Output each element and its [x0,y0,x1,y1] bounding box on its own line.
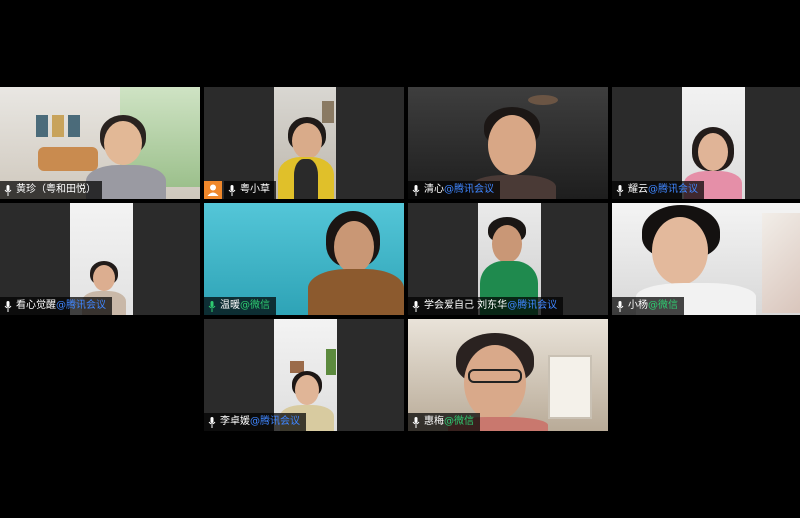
video-tile-10[interactable]: 惠梅 @微信 [408,319,608,431]
participant-name: 黄珍（粤和田悦） [16,184,96,195]
participant-name: 惠梅 [424,416,444,427]
video-tile-2[interactable]: 粤小草 [204,87,404,199]
video-tile-1[interactable]: 黄珍（粤和田悦） [0,87,200,199]
participant-label: 清心 @腾讯会议 [408,181,500,199]
participant-platform: @腾讯会议 [56,300,106,311]
participant-platform: @腾讯会议 [648,184,698,195]
microphone-icon [4,184,12,196]
video-tile-4[interactable]: 耀云 @腾讯会议 [612,87,800,199]
microphone-icon [616,300,624,312]
participant-label: 黄珍（粤和田悦） [0,181,102,199]
participant-name: 李卓媛 [220,416,250,427]
microphone-icon [412,416,420,428]
video-tile-3[interactable]: 清心 @腾讯会议 [408,87,608,199]
participant-label: 耀云 @腾讯会议 [612,181,704,199]
participant-label: 温暖 @微信 [204,297,276,315]
video-tile-7[interactable]: 学会爱自己 刘东华 @腾讯会议 [408,203,608,315]
participant-label: 学会爱自己 刘东华 @腾讯会议 [408,297,564,315]
participant-label: 惠梅 @微信 [408,413,480,431]
participant-label: 看心觉醒 @腾讯会议 [0,297,112,315]
microphone-icon [208,416,216,428]
participant-name: 看心觉醒 [16,300,56,311]
microphone-icon [616,184,624,196]
microphone-icon [412,300,420,312]
participant-platform: @腾讯会议 [507,300,558,311]
participant-name: 学会爱自己 刘东华 [424,300,508,311]
participant-name: 耀云 [628,184,648,195]
microphone-icon [412,184,420,196]
participant-label: 小杨 @微信 [612,297,684,315]
participant-name: 小杨 [628,300,648,311]
participant-platform: @腾讯会议 [444,184,494,195]
microphone-icon [208,300,216,312]
participant-name: 清心 [424,184,444,195]
participant-platform: @微信 [648,300,678,311]
host-icon [204,181,222,199]
video-tile-5[interactable]: 看心觉醒 @腾讯会议 [0,203,200,315]
video-tile-8[interactable]: 小杨 @微信 [612,203,800,315]
participant-label: 粤小草 [224,181,276,199]
video-tile-6[interactable]: 温暖 @微信 [204,203,404,315]
participant-label: 李卓媛 @腾讯会议 [204,413,306,431]
participant-name: 粤小草 [240,184,270,195]
microphone-icon [228,184,236,196]
participant-platform: @腾讯会议 [250,416,300,427]
video-tile-9[interactable]: 李卓媛 @腾讯会议 [204,319,404,431]
microphone-icon [4,300,12,312]
participant-platform: @微信 [444,416,474,427]
participant-video [274,87,336,199]
participant-name: 温暖 [220,300,240,311]
participant-platform: @微信 [240,300,270,311]
